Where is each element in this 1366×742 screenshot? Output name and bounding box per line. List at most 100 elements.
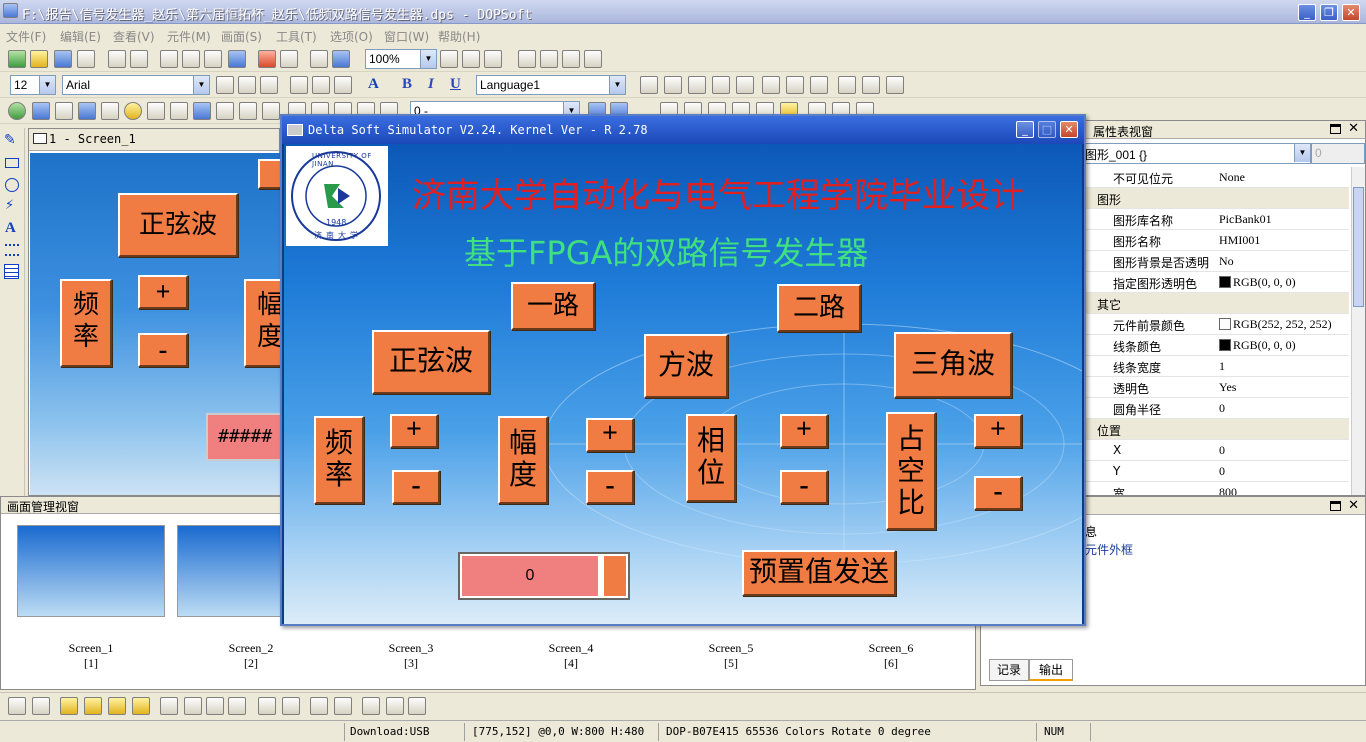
property-value[interactable]: No (1219, 254, 1234, 269)
same-width-icon[interactable] (762, 76, 780, 94)
same-size-icon[interactable] (810, 76, 828, 94)
property-row[interactable]: 圆角半径 0 (1081, 398, 1349, 419)
meter-element-icon[interactable] (32, 102, 50, 120)
open-icon[interactable] (30, 50, 48, 68)
valign-top-icon[interactable] (290, 76, 308, 94)
object-spin[interactable]: 0 (1311, 143, 1365, 164)
rotate-right-icon[interactable] (518, 50, 536, 68)
channel2-button[interactable]: 二路 (777, 284, 861, 332)
align-obj-top-icon[interactable] (736, 76, 754, 94)
align-right-icon[interactable] (260, 76, 278, 94)
chart-element-icon[interactable] (239, 102, 257, 120)
distribute-h-icon[interactable] (258, 697, 276, 715)
property-value[interactable]: 0 (1219, 401, 1225, 416)
underline-icon[interactable]: U (450, 76, 461, 93)
property-row[interactable]: 图形名称 HMI001 (1081, 230, 1349, 251)
menu-options[interactable]: 选项(O) (330, 28, 373, 45)
duty-label[interactable]: 占 空 比 (886, 412, 936, 530)
flip-horizontal-icon[interactable] (562, 50, 580, 68)
scale-icon[interactable] (5, 244, 19, 256)
align-obj-right-icon[interactable] (712, 76, 730, 94)
amp-label[interactable]: 幅 度 (498, 416, 548, 504)
rotate-left-icon[interactable] (540, 50, 558, 68)
property-group[interactable]: 位置 (1081, 419, 1349, 440)
property-value[interactable]: PicBank01 (1219, 212, 1272, 227)
distribute-v-icon[interactable] (282, 697, 300, 715)
font-name-select[interactable]: Arial ▼ (62, 75, 210, 95)
font-size-select[interactable]: 12 ▼ (10, 75, 56, 95)
property-value[interactable]: 1 (1219, 359, 1225, 374)
undo-icon[interactable] (108, 50, 126, 68)
backward-icon[interactable] (132, 697, 150, 715)
restore-icon[interactable] (1330, 124, 1341, 134)
print-icon[interactable] (310, 50, 328, 68)
property-value[interactable]: None (1219, 170, 1245, 185)
sim-minimize-button[interactable]: _ (1016, 121, 1034, 138)
text-tool-icon[interactable]: A (5, 220, 16, 237)
menu-file[interactable]: 文件(F) (6, 28, 46, 45)
ungroup-obj-icon[interactable] (32, 697, 50, 715)
property-row[interactable]: 元件前景颜色 RGB(252, 252, 252) (1081, 314, 1349, 335)
new-icon[interactable] (8, 50, 26, 68)
italic-icon[interactable]: I (428, 76, 434, 93)
property-row[interactable]: 不可见位元 None (1081, 167, 1349, 188)
flip-vertical-icon[interactable] (584, 50, 602, 68)
freq-label[interactable]: 频 率 (314, 416, 364, 504)
text-color-icon[interactable]: A (368, 76, 379, 93)
amp-plus-button[interactable]: + (586, 418, 634, 452)
phase-plus-button[interactable]: + (780, 414, 828, 448)
property-value[interactable]: RGB(252, 252, 252) (1219, 317, 1332, 332)
zoom-fit-icon[interactable] (484, 50, 502, 68)
button-element-icon[interactable] (8, 102, 26, 120)
editor-freq-label[interactable]: 频 率 (60, 279, 112, 367)
property-value[interactable]: 0 (1219, 443, 1225, 458)
property-row[interactable]: Y0 (1081, 461, 1349, 482)
forward-icon[interactable] (108, 697, 126, 715)
freq-plus-button[interactable]: + (390, 414, 438, 448)
panel-close-icon[interactable]: ✕ (1348, 121, 1359, 136)
align-obj-center-icon[interactable] (688, 76, 706, 94)
table-tool-icon[interactable] (4, 264, 19, 279)
input-element-icon[interactable] (170, 102, 188, 120)
editor-minus-button[interactable]: - (138, 333, 188, 367)
triangle-button[interactable]: 三角波 (894, 332, 1012, 398)
sim-maximize-button[interactable]: □ (1038, 121, 1056, 138)
align-center-icon[interactable] (238, 76, 256, 94)
language-select[interactable]: Language1 ▼ (476, 75, 626, 95)
copy-icon[interactable] (182, 50, 200, 68)
tab-log[interactable]: 记录 (989, 659, 1029, 681)
circle-icon[interactable] (5, 178, 19, 192)
space-v-icon[interactable] (334, 697, 352, 715)
bold-icon[interactable]: B (402, 76, 412, 93)
width-icon[interactable] (362, 697, 380, 715)
valign-middle-icon[interactable] (312, 76, 330, 94)
property-row[interactable]: 图形库名称 PicBank01 (1081, 209, 1349, 230)
close-button[interactable]: ✕ (1342, 4, 1360, 21)
property-value[interactable]: 800 (1219, 485, 1237, 495)
editor-plus-button[interactable]: + (138, 275, 188, 309)
space-h-icon[interactable] (310, 697, 328, 715)
menu-edit[interactable]: 编辑(E) (60, 28, 101, 45)
sine-button[interactable]: 正弦波 (372, 330, 490, 394)
freq-minus-button[interactable]: - (392, 470, 440, 504)
property-value[interactable]: 0 (1219, 464, 1225, 479)
properties-scrollbar[interactable] (1351, 167, 1365, 495)
align-left-icon[interactable] (216, 76, 234, 94)
sim-close-button[interactable]: ✕ (1060, 121, 1078, 138)
compile-icon[interactable] (258, 50, 276, 68)
pencil-icon[interactable]: ✎ (4, 132, 16, 148)
group-obj-icon[interactable] (8, 697, 26, 715)
object-select[interactable]: 图形_001 {} ▼ (1081, 143, 1311, 164)
pipe-element-icon[interactable] (78, 102, 96, 120)
property-row[interactable]: 线条颜色 RGB(0, 0, 0) (1081, 335, 1349, 356)
zoom-select[interactable]: 100% ▼ (365, 49, 437, 69)
center-v-icon[interactable] (862, 76, 880, 94)
save-icon[interactable] (54, 50, 72, 68)
download-icon[interactable] (280, 50, 298, 68)
value-spin[interactable] (602, 556, 626, 596)
maximize-button[interactable]: ❐ (1320, 4, 1338, 21)
menu-help[interactable]: 帮助(H) (438, 28, 480, 45)
screen-thumbnail[interactable] (17, 525, 165, 617)
menu-window[interactable]: 窗口(W) (384, 28, 429, 45)
numeric-display-icon[interactable] (147, 102, 165, 120)
